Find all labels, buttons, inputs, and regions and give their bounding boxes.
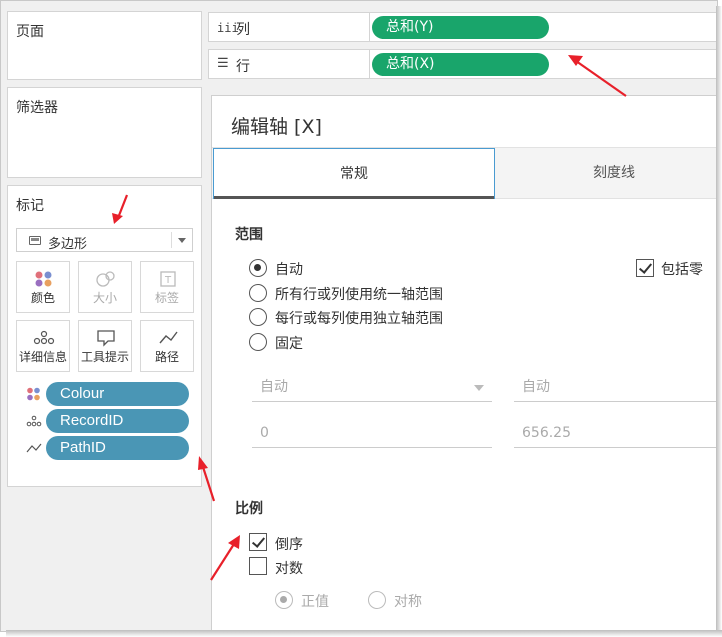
dialog-title: 编辑轴 [X] <box>231 116 322 138</box>
annotation-arrow-rows <box>568 55 627 97</box>
tooltip-button[interactable]: 工具提示 <box>78 320 132 372</box>
range-end-input[interactable]: 656.25 <box>514 418 717 448</box>
range-start-mode-value: 自动 <box>260 379 288 395</box>
pages-card-title: 页面 <box>16 24 44 40</box>
radio-button[interactable] <box>368 591 386 609</box>
tableau-workspace: 页面 筛选器 标记 多边形 颜色 大小 T 标签 详细信息 工具提示 路径 Co… <box>0 0 718 632</box>
columns-sum-y-pill[interactable]: 总和(Y) <box>372 16 549 39</box>
color-dots-icon <box>35 271 52 287</box>
path-button-label: 路径 <box>154 350 179 364</box>
tab-tick-marks[interactable]: 刻度线 <box>496 148 717 199</box>
radio-button[interactable] <box>249 333 267 351</box>
range-start-input[interactable]: 0 <box>252 418 492 448</box>
marks-card-title: 标记 <box>16 198 44 214</box>
logarithmic-checkbox[interactable] <box>249 557 267 575</box>
columns-shelf-label: 列 <box>236 22 250 38</box>
window-shadow <box>6 630 722 637</box>
color-button[interactable]: 颜色 <box>16 261 70 313</box>
include-zero-checkbox[interactable] <box>636 259 654 277</box>
recordid-field-pill[interactable]: RecordID <box>46 409 189 433</box>
radio-button[interactable] <box>275 591 293 609</box>
shelf-divider <box>369 13 370 41</box>
range-heading: 范围 <box>235 227 263 243</box>
pages-card[interactable]: 页面 <box>7 11 202 80</box>
chevron-down-icon <box>178 238 186 243</box>
pathid-field-pill[interactable]: PathID <box>46 436 189 460</box>
colour-field-pill[interactable]: Colour <box>46 382 189 406</box>
size-icon <box>96 271 115 287</box>
range-option-label: 固定 <box>275 336 303 352</box>
radio-button[interactable] <box>249 308 267 326</box>
log-option-label: 对称 <box>394 594 422 610</box>
size-button-label: 大小 <box>92 291 117 305</box>
tooltip-icon <box>97 330 115 347</box>
scale-heading: 比例 <box>235 501 263 517</box>
rows-shelf-label: 行 <box>236 59 250 75</box>
recordid-field-row[interactable]: RecordID <box>26 409 196 433</box>
color-button-label: 颜色 <box>30 291 55 305</box>
pathid-field-row[interactable]: PathID <box>26 436 196 460</box>
filters-card[interactable]: 筛选器 <box>7 87 202 178</box>
detail-dots-icon <box>26 415 42 427</box>
chevron-down-icon <box>474 385 484 391</box>
columns-shelf[interactable]: iii 列 总和(Y) <box>208 12 717 42</box>
dialog-tabs: 常规 刻度线 <box>212 147 717 199</box>
reversed-checkbox[interactable] <box>249 533 267 551</box>
mark-type-dropdown[interactable]: 多边形 <box>16 228 193 252</box>
log-option-label: 正值 <box>301 594 329 610</box>
tooltip-button-label: 工具提示 <box>80 350 129 364</box>
detail-button[interactable]: 详细信息 <box>16 320 70 372</box>
radio-button[interactable] <box>249 284 267 302</box>
label-icon: T <box>160 271 176 287</box>
range-end-mode-value: 自动 <box>522 379 550 395</box>
rows-shelf[interactable]: ☰ 行 总和(X) <box>208 49 717 79</box>
size-button[interactable]: 大小 <box>78 261 132 313</box>
logarithmic-label: 对数 <box>275 561 303 577</box>
radio-button[interactable] <box>249 259 267 277</box>
color-dots-icon <box>27 387 40 401</box>
window-shadow <box>716 6 722 637</box>
range-option-label: 每行或每列使用独立轴范围 <box>275 311 443 327</box>
path-button[interactable]: 路径 <box>140 320 194 372</box>
include-zero-label: 包括零 <box>661 262 703 278</box>
rows-icon: ☰ <box>217 56 229 71</box>
label-button-label: 标签 <box>154 291 179 305</box>
mark-type-label: 多边形 <box>48 237 88 252</box>
svg-text:T: T <box>164 275 172 286</box>
path-icon <box>159 331 178 344</box>
polygon-mark-icon <box>29 236 41 245</box>
label-button[interactable]: T 标签 <box>140 261 194 313</box>
detail-button-label: 详细信息 <box>18 350 67 364</box>
annotation-arrow-pills <box>198 456 216 502</box>
range-start-value: 0 <box>260 425 269 441</box>
colour-field-row[interactable]: Colour <box>26 382 196 406</box>
dropdown-separator <box>171 232 172 248</box>
path-icon <box>26 443 42 453</box>
filters-card-title: 筛选器 <box>16 100 58 116</box>
range-option-label: 所有行或列使用统一轴范围 <box>275 287 443 303</box>
marks-card: 标记 多边形 颜色 大小 T 标签 详细信息 工具提示 路径 Colour Re… <box>7 185 202 487</box>
annotation-arrow-reversed <box>210 535 240 581</box>
reversed-label: 倒序 <box>275 537 303 553</box>
annotation-arrow-marks <box>112 194 129 224</box>
range-end-value: 656.25 <box>522 425 571 441</box>
rows-sum-x-pill[interactable]: 总和(X) <box>372 53 549 76</box>
detail-dots-icon <box>33 330 55 345</box>
edit-axis-dialog: 编辑轴 [X] 常规 刻度线 范围 自动 所有行或列使用统一轴范围 每行或每列使… <box>211 95 717 631</box>
tab-general[interactable]: 常规 <box>213 148 495 199</box>
range-start-mode-select[interactable]: 自动 <box>252 372 492 402</box>
shelf-divider <box>369 50 370 78</box>
range-end-mode-select[interactable]: 自动 <box>514 372 717 402</box>
range-option-label: 自动 <box>275 262 303 278</box>
